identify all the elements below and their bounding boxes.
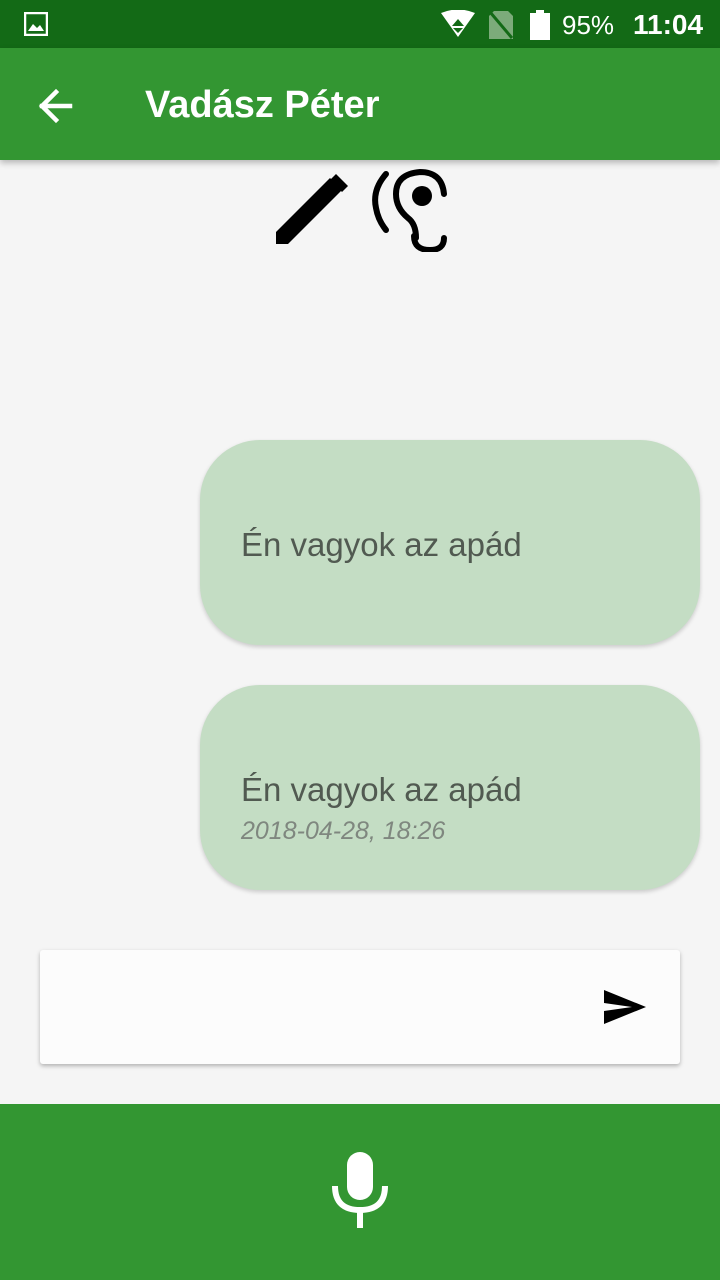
wifi-icon	[440, 9, 476, 43]
battery-percentage: 95%	[562, 10, 615, 40]
mode-icons	[0, 162, 720, 255]
pencil-icon[interactable]	[272, 170, 352, 255]
app-bar: Vadász Péter	[0, 48, 720, 160]
microphone-button[interactable]	[325, 1146, 395, 1236]
ear-icon[interactable]	[368, 166, 450, 257]
message-text: Én vagyok az apád	[241, 771, 522, 808]
gallery-notification-icon	[23, 11, 49, 41]
bottom-bar	[0, 1104, 720, 1280]
message-composer	[40, 950, 680, 1064]
arrow-left-icon	[38, 88, 73, 124]
message-input[interactable]	[60, 980, 584, 1036]
conversation-title: Vadász Péter	[145, 84, 380, 126]
send-button[interactable]	[600, 982, 650, 1032]
battery-icon	[530, 10, 550, 45]
message-bubble[interactable]: Én vagyok az apád 2018-04-28, 18:26	[200, 685, 700, 890]
status-bar: 95% 11:04	[0, 0, 720, 48]
message-text: Én vagyok az apád	[241, 526, 522, 563]
back-button[interactable]	[30, 80, 82, 132]
message-bubble[interactable]: Én vagyok az apád	[200, 440, 700, 645]
message-timestamp: 2018-04-28, 18:26	[241, 817, 446, 845]
microphone-icon	[332, 1152, 388, 1228]
no-sim-icon	[488, 10, 514, 45]
clock: 11:04	[633, 9, 704, 40]
send-icon	[604, 990, 646, 1024]
